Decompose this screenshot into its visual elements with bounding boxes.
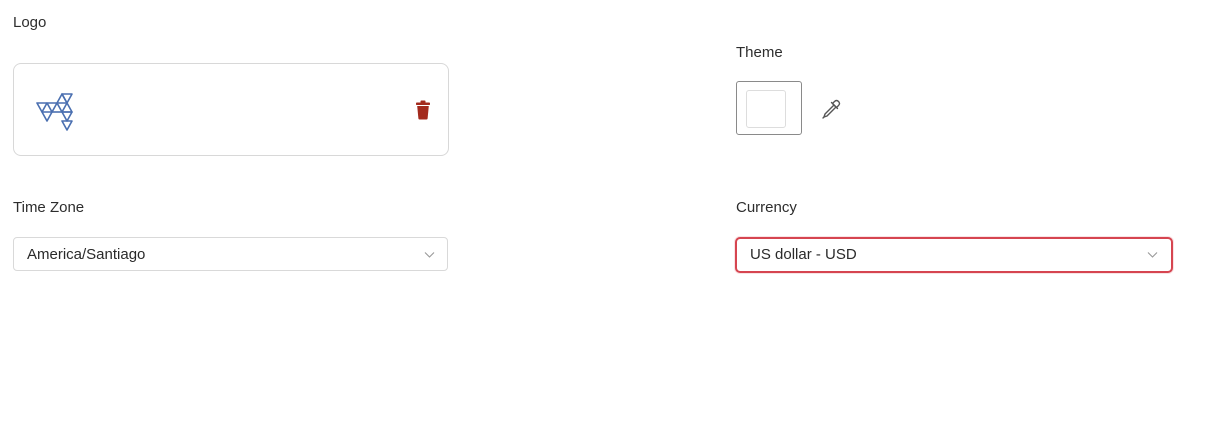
triangle-logo-icon xyxy=(36,93,73,131)
logo-label: Logo xyxy=(13,14,47,31)
logo-upload-box[interactable] xyxy=(13,63,449,156)
timezone-select[interactable]: America/Santiago xyxy=(13,237,448,271)
chevron-down-icon xyxy=(1147,252,1158,258)
theme-color-preview xyxy=(746,90,786,128)
currency-value: US dollar - USD xyxy=(750,246,857,263)
chevron-down-icon xyxy=(424,252,435,258)
trash-icon[interactable] xyxy=(414,100,432,120)
theme-color-swatch[interactable] xyxy=(736,81,802,135)
currency-select[interactable]: US dollar - USD xyxy=(735,237,1173,273)
timezone-label: Time Zone xyxy=(13,199,85,216)
timezone-value: America/Santiago xyxy=(27,246,146,263)
currency-label: Currency xyxy=(736,199,797,216)
theme-label: Theme xyxy=(736,44,783,61)
eyedropper-icon[interactable] xyxy=(820,98,842,120)
